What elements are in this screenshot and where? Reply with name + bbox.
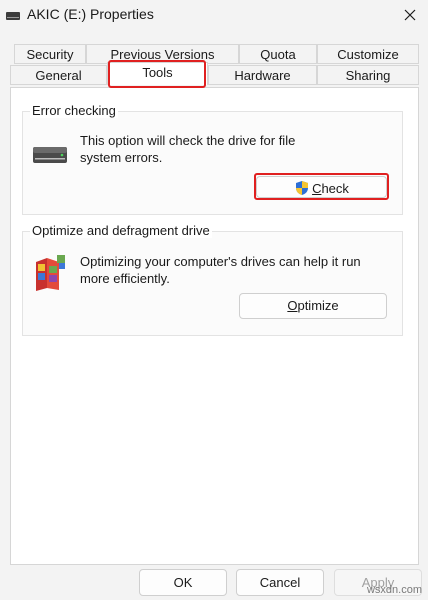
tab-sharing[interactable]: Sharing (317, 65, 419, 85)
tab-hardware[interactable]: Hardware (208, 65, 317, 85)
close-icon (404, 9, 416, 21)
watermark: wsxdn.com (366, 584, 422, 596)
error-checking-group: Error checking This option will check th… (22, 103, 403, 215)
close-button[interactable] (392, 0, 428, 30)
optimize-title: Optimize and defragment drive (30, 223, 212, 238)
drive-icon (6, 12, 20, 20)
dialog-footer: OK Cancel Apply (0, 565, 428, 600)
optimize-button[interactable]: Optimize (239, 293, 387, 319)
cancel-button[interactable]: Cancel (236, 569, 324, 596)
check-button[interactable]: Check (256, 176, 387, 198)
defrag-icon (36, 255, 65, 291)
tab-quota[interactable]: Quota (239, 44, 317, 64)
window-title: AKIC (E:) Properties (27, 6, 154, 22)
optimize-description: Optimizing your computer's drives can he… (80, 254, 361, 286)
error-checking-description: This option will check the drive for fil… (80, 133, 296, 165)
hard-drive-icon (33, 147, 67, 163)
title-bar: AKIC (E:) Properties (0, 0, 428, 32)
tools-panel: Error checking This option will check th… (10, 87, 419, 565)
uac-shield-icon (296, 181, 309, 195)
error-checking-title: Error checking (30, 103, 118, 118)
tab-security[interactable]: Security (14, 44, 86, 64)
tab-general[interactable]: General (10, 65, 107, 85)
tab-previous-versions[interactable]: Previous Versions (86, 44, 239, 64)
tab-tools[interactable]: Tools (107, 62, 208, 85)
ok-button[interactable]: OK (139, 569, 227, 596)
tab-customize[interactable]: Customize (317, 44, 419, 64)
optimize-group: Optimize and defragment drive Optimizing… (22, 223, 403, 336)
